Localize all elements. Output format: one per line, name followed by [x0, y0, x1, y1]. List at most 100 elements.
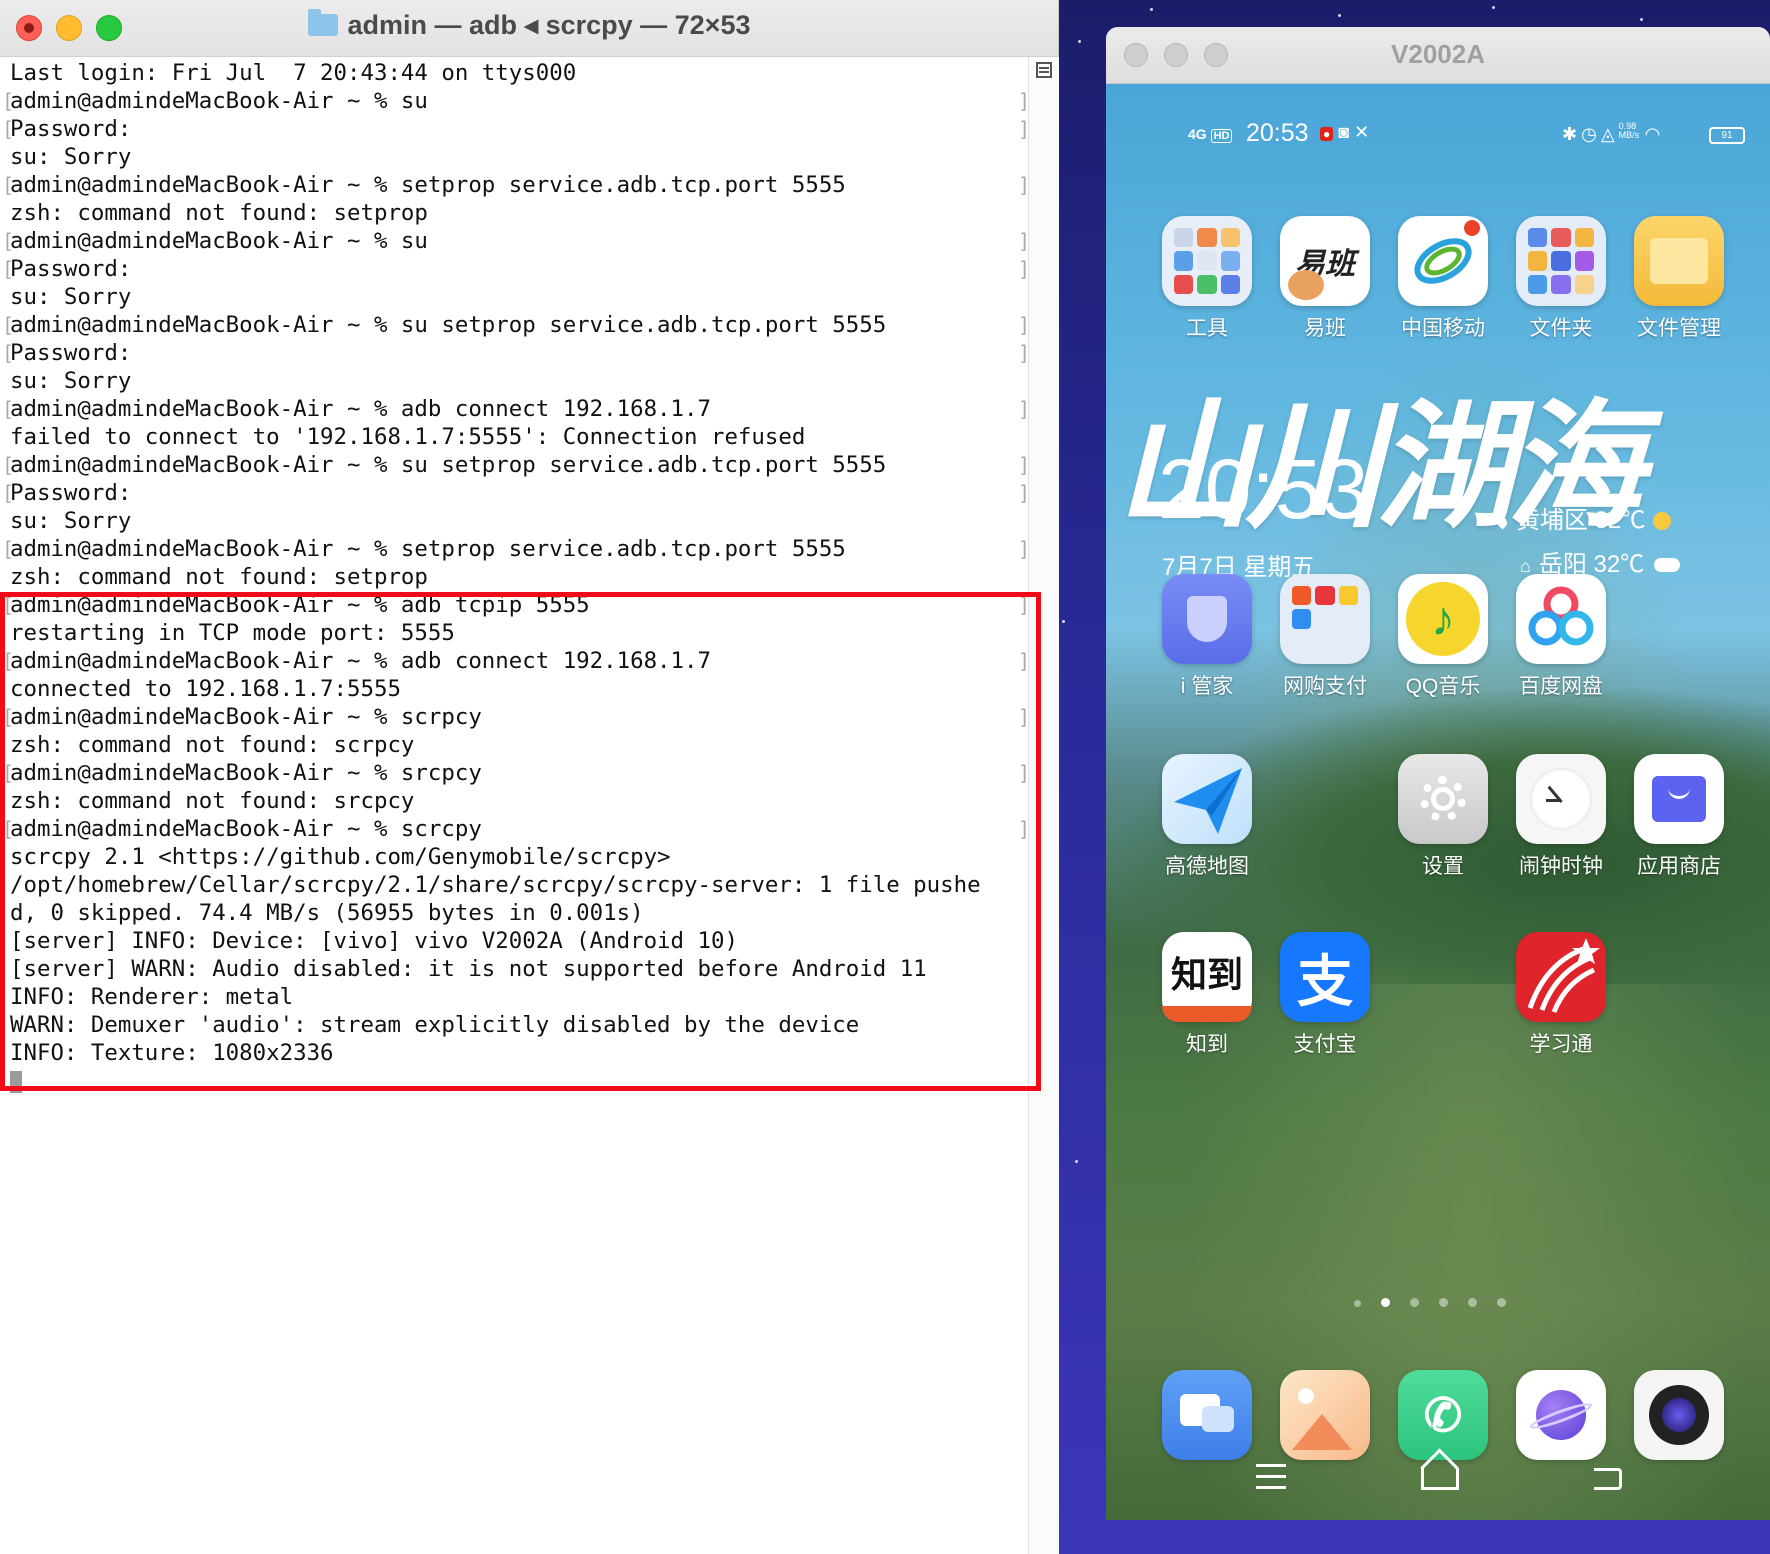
app-label: 中国移动 [1401, 317, 1485, 340]
page-dot[interactable] [1497, 1298, 1506, 1307]
app-label: 高德地图 [1165, 855, 1249, 878]
bluetooth-icon: ✱ [1562, 124, 1582, 144]
app-label: 学习通 [1529, 1033, 1593, 1056]
app-baidu-netdisk[interactable]: 百度网盘 [1502, 574, 1620, 700]
line-mark-left: [ [2, 257, 15, 281]
app-qq-music[interactable]: ♪ QQ音乐 [1384, 574, 1502, 700]
terminal-line: zsh: command not found: setprop [10, 563, 1020, 591]
network-type: 4G [1188, 126, 1207, 142]
network-speed: 0.98 MB/s [1618, 121, 1640, 140]
page-indicator[interactable] [1354, 1294, 1526, 1307]
line-mark-left: [ [2, 481, 15, 505]
terminal-line-text: su: Sorry [10, 144, 132, 170]
terminal-line-text: Last login: Fri Jul 7 20:43:44 on ttys00… [10, 60, 577, 86]
scrcpy-titlebar[interactable]: V2002A [1106, 27, 1770, 84]
page-dot[interactable] [1410, 1298, 1419, 1307]
app-clock[interactable]: 闹钟时钟 [1502, 754, 1620, 880]
recent-apps-button[interactable] [1256, 1464, 1286, 1497]
china-mobile-icon [1398, 216, 1488, 306]
line-mark-left: [ [2, 397, 15, 421]
back-button[interactable] [1594, 1468, 1622, 1490]
file-manager-icon [1634, 216, 1724, 306]
app-zhidao[interactable]: 知到 知到 [1148, 932, 1266, 1058]
alipay-icon: 支 [1280, 932, 1370, 1022]
dock-camera[interactable] [1620, 1370, 1738, 1460]
home-button[interactable] [1421, 1468, 1459, 1490]
app-label: 文件夹 [1529, 317, 1593, 340]
shopping-folder-icon [1280, 574, 1370, 664]
camera-icon [1634, 1370, 1724, 1460]
cloud-icon [1654, 558, 1681, 572]
app-alipay[interactable]: 支 支付宝 [1266, 932, 1384, 1058]
wifi-icon: ◠ [1644, 124, 1665, 144]
message-icon: ◙ [1338, 122, 1350, 142]
zhidao-icon: 知到 [1162, 932, 1252, 1022]
app-amap[interactable]: 高德地图 [1148, 754, 1266, 880]
terminal-line-text: su: Sorry [10, 284, 132, 310]
page-dot[interactable] [1354, 1300, 1361, 1307]
dock-gallery[interactable] [1266, 1370, 1384, 1460]
china-mobile-logo [1414, 220, 1480, 284]
app-xuexitong[interactable]: 学习通 [1502, 932, 1620, 1058]
phone-status-bar: 4G HD 20:53 ● ◙ ✕ ✱◷◬0.98 MB/s ◠ 91 [1106, 84, 1770, 154]
phone-screen[interactable]: 4G HD 20:53 ● ◙ ✕ ✱◷◬0.98 MB/s ◠ 91 工具 易班… [1106, 84, 1770, 1520]
terminal-line: Last login: Fri Jul 7 20:43:44 on ttys00… [10, 59, 1020, 87]
app-settings[interactable]: 设置 [1384, 754, 1502, 880]
terminal-title: admin — adb ◂ scrcpy — 72×53 [0, 9, 1058, 41]
terminal-titlebar[interactable]: admin — adb ◂ scrcpy — 72×53 [0, 0, 1058, 57]
yiban-icon: 易班 [1280, 216, 1370, 306]
app-i-manager[interactable]: i 管家 [1148, 574, 1266, 700]
terminal-line-text: Password: [10, 480, 132, 506]
tools-icon: ✕ [1354, 122, 1370, 142]
widget-clock[interactable]: 20:53 [1158, 441, 1368, 538]
app-yiban[interactable]: 易班 易班 [1266, 216, 1384, 342]
qq-music-icon: ♪ [1398, 574, 1488, 664]
app-app-store[interactable]: 应用商店 [1620, 754, 1738, 880]
terminal-line-text: admin@admindeMacBook-Air ~ % adb connect… [10, 396, 711, 422]
status-time: 20:53 [1246, 119, 1309, 147]
gallery-icon [1280, 1370, 1370, 1460]
scrcpy-title: V2002A [1391, 39, 1485, 69]
paper-plane-glyph [1174, 768, 1242, 834]
line-mark-left: [ [2, 341, 15, 365]
app-label: 闹钟时钟 [1519, 855, 1603, 878]
home-icon: ⌂ [1520, 556, 1531, 576]
terminal-line-text: Password: [10, 340, 132, 366]
dock-browser[interactable] [1502, 1370, 1620, 1460]
terminal-line-text: zsh: command not found: setprop [10, 564, 428, 590]
folder-tools-icon [1162, 216, 1252, 306]
line-mark-left: [ [2, 229, 15, 253]
terminal-line: [] admin@admindeMacBook-Air ~ % su [2, 227, 1030, 255]
terminal-line-text: Password: [10, 256, 132, 282]
music-note-glyph: ♪ [1431, 592, 1455, 646]
terminal-line-text: admin@admindeMacBook-Air ~ % setprop ser… [10, 172, 846, 198]
phone-icon: ✆ [1398, 1370, 1488, 1460]
dock-messages[interactable] [1148, 1370, 1266, 1460]
app-china-mobile[interactable]: 中国移动 [1384, 216, 1502, 342]
app-label: 易班 [1304, 317, 1346, 340]
page-dot[interactable] [1439, 1298, 1448, 1307]
app-label: 设置 [1422, 855, 1464, 878]
network-indicator: 4G HD [1188, 126, 1233, 143]
app-tools-folder[interactable]: 工具 [1148, 216, 1266, 342]
settings-gear-icon [1398, 754, 1488, 844]
app-label: i 管家 [1180, 675, 1234, 698]
split-pane-icon[interactable] [1036, 62, 1052, 78]
terminal-line: zsh: command not found: setprop [10, 199, 1020, 227]
terminal-title-text: admin — adb ◂ scrcpy — 72×53 [347, 10, 751, 40]
folder-icon [307, 9, 338, 36]
weather-current[interactable]: 黄埔区 32℃ [1492, 500, 1672, 535]
location-pin-icon [1492, 512, 1510, 530]
terminal-line: [] admin@admindeMacBook-Air ~ % su setpro… [2, 451, 1030, 479]
notification-app-icon: ● [1320, 127, 1334, 141]
app-file-manager[interactable]: 文件管理 [1620, 216, 1738, 342]
alipay-glyph: 支 [1297, 949, 1353, 1013]
page-dot[interactable] [1468, 1298, 1477, 1307]
app-folder[interactable]: 文件夹 [1502, 216, 1620, 342]
app-label: 工具 [1186, 317, 1228, 340]
app-shopping-folder[interactable]: 网购支付 [1266, 574, 1384, 700]
line-mark-left: [ [2, 453, 15, 477]
page-dot-active[interactable] [1381, 1298, 1390, 1307]
terminal-line: [] admin@admindeMacBook-Air ~ % adb conne… [2, 395, 1030, 423]
dock-phone[interactable]: ✆ [1384, 1370, 1502, 1460]
